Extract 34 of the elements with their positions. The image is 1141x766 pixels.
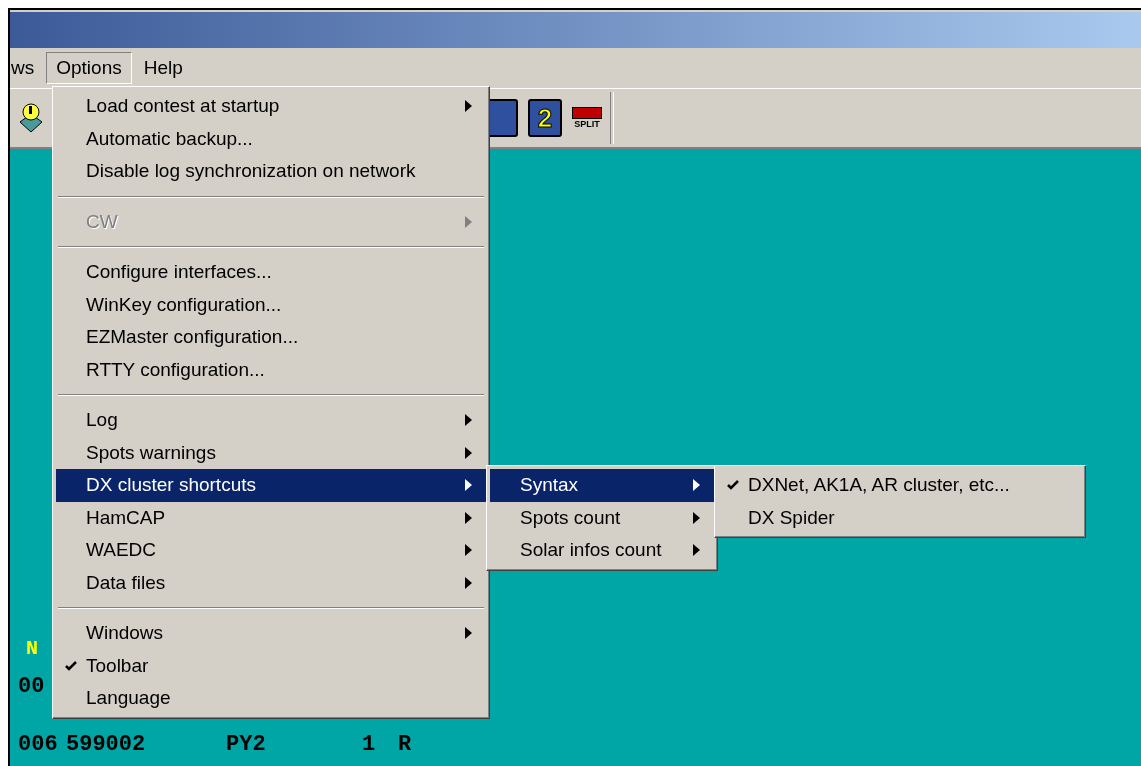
menu-item[interactable]: Automatic backup... <box>56 122 486 155</box>
menu-bar-item[interactable]: Options <box>46 52 132 84</box>
split-button[interactable]: SPLIT <box>572 101 602 135</box>
menu-item[interactable]: WinKey configuration... <box>56 288 486 321</box>
menu-item[interactable]: Language <box>56 682 486 715</box>
menu-item[interactable]: EZMaster configuration... <box>56 321 486 354</box>
log-cell-text: 1 <box>362 732 377 757</box>
menu-item[interactable]: RTTY configuration... <box>56 353 486 386</box>
toolbar-button[interactable]: 2 <box>528 99 562 137</box>
menu-item[interactable]: Load contest at startup <box>56 90 486 123</box>
menu-item[interactable]: Toolbar <box>56 649 486 682</box>
menu-item[interactable]: Windows <box>56 617 486 650</box>
menu-item[interactable]: WAEDC <box>56 534 486 567</box>
menu-item[interactable]: Configure interfaces... <box>56 256 486 289</box>
menu-item[interactable]: Log <box>56 404 486 437</box>
menu-bar-item[interactable]: ws <box>10 52 45 84</box>
log-header: N <box>25 637 38 661</box>
log-cell-text: 599002 <box>66 732 147 757</box>
log-cell-text: 006 <box>18 732 59 757</box>
menu-item[interactable]: DX cluster shortcuts <box>56 469 486 502</box>
menu-bar-item[interactable]: Help <box>133 52 193 84</box>
menu-item[interactable]: Disable log synchronization on network <box>56 155 486 188</box>
menu-item[interactable]: Spots warnings <box>56 436 486 469</box>
log-cell-text: PY2 <box>226 732 267 757</box>
log-cell-text: 00 <box>18 674 46 699</box>
menu-item[interactable]: Data files <box>56 566 486 599</box>
menu-item[interactable]: Spots count <box>490 501 714 534</box>
menu-item[interactable]: DX Spider <box>718 501 1082 534</box>
lightbulb-icon[interactable] <box>18 102 44 134</box>
log-cell-text: R <box>398 732 413 757</box>
menu-item[interactable]: Syntax <box>490 469 714 502</box>
menu-item[interactable]: DXNet, AK1A, AR cluster, etc... <box>718 469 1082 502</box>
menu-item[interactable]: Solar infos count <box>490 534 714 567</box>
menu-item[interactable]: HamCAP <box>56 501 486 534</box>
